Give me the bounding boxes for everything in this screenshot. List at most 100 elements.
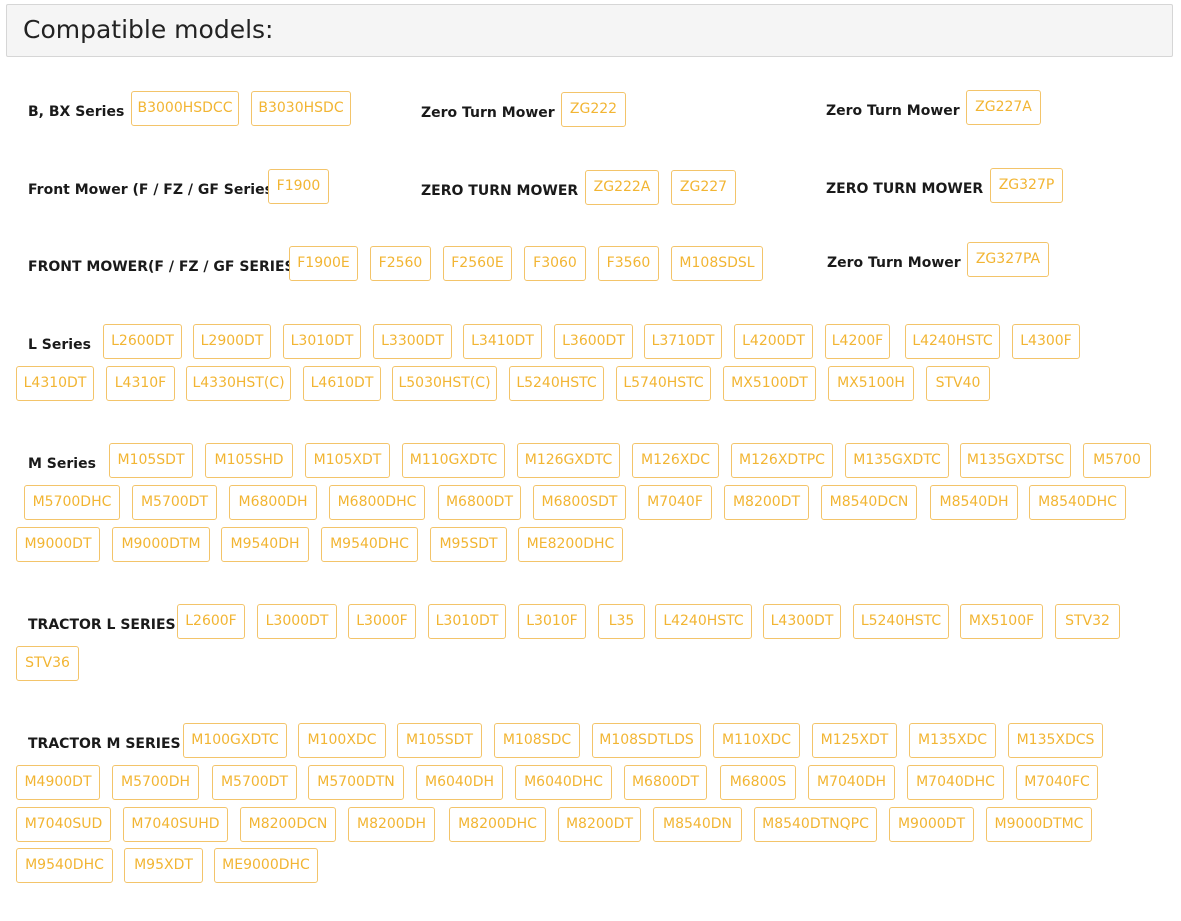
model-tag[interactable]: M6800S [720, 765, 796, 800]
model-tag[interactable]: ZG222 [561, 92, 626, 127]
model-tag[interactable]: M9000DT [889, 807, 974, 842]
model-tag[interactable]: ZG327PA [967, 242, 1049, 277]
model-tag[interactable]: L2600DT [103, 324, 182, 359]
model-tag[interactable]: L5240HSTC [853, 604, 949, 639]
model-tag[interactable]: M9000DTMC [986, 807, 1092, 842]
model-tag[interactable]: M126XDTPC [731, 443, 833, 478]
model-tag[interactable]: ZG227 [671, 170, 736, 205]
model-tag[interactable]: M6800DH [229, 485, 317, 520]
model-tag[interactable]: M108SDSL [671, 246, 763, 281]
model-tag[interactable]: L3010DT [283, 324, 361, 359]
model-tag[interactable]: L3000F [348, 604, 416, 639]
model-tag[interactable]: M9540DHC [16, 848, 113, 883]
model-tag[interactable]: M6800DHC [329, 485, 425, 520]
model-tag[interactable]: L4240HSTC [655, 604, 752, 639]
model-tag[interactable]: M95XDT [124, 848, 203, 883]
model-tag[interactable]: M135XDCS [1008, 723, 1103, 758]
model-tag[interactable]: L35 [598, 604, 645, 639]
model-tag[interactable]: ZG222A [585, 170, 659, 205]
model-tag[interactable]: M9000DT [16, 527, 100, 562]
model-tag[interactable]: M5700DT [212, 765, 297, 800]
model-tag[interactable]: M7040SUD [16, 807, 111, 842]
model-tag[interactable]: M6040DH [416, 765, 503, 800]
model-tag[interactable]: L5740HSTC [616, 366, 711, 401]
model-tag[interactable]: M108SDC [494, 723, 580, 758]
model-tag[interactable]: F2560 [370, 246, 431, 281]
model-tag[interactable]: M5700 [1083, 443, 1151, 478]
model-tag[interactable]: M5700DTN [308, 765, 404, 800]
model-tag[interactable]: L3000DT [257, 604, 337, 639]
model-tag[interactable]: M5700DHC [24, 485, 120, 520]
model-tag[interactable]: M7040DH [808, 765, 895, 800]
model-tag[interactable]: M126XDC [632, 443, 719, 478]
model-tag[interactable]: L4330HST(C) [186, 366, 291, 401]
model-tag[interactable]: M7040DHC [907, 765, 1004, 800]
model-tag[interactable]: M105SHD [205, 443, 293, 478]
model-tag[interactable]: STV32 [1055, 604, 1120, 639]
model-tag[interactable]: ZG327P [990, 168, 1063, 203]
model-tag[interactable]: L4200DT [734, 324, 813, 359]
model-tag[interactable]: M110GXDTC [402, 443, 505, 478]
model-tag[interactable]: MX5100DT [723, 366, 816, 401]
model-tag[interactable]: L3010F [518, 604, 586, 639]
model-tag[interactable]: M5700DT [132, 485, 217, 520]
model-tag[interactable]: B3030HSDC [251, 91, 351, 126]
model-tag[interactable]: M8540DHC [1029, 485, 1126, 520]
model-tag[interactable]: L3300DT [373, 324, 452, 359]
model-tag[interactable]: L2600F [177, 604, 245, 639]
model-tag[interactable]: M9540DHC [321, 527, 418, 562]
model-tag[interactable]: M95SDT [430, 527, 507, 562]
model-tag[interactable]: L5030HST(C) [392, 366, 497, 401]
model-tag[interactable]: M135GXDTSC [960, 443, 1071, 478]
model-tag[interactable]: L3600DT [554, 324, 633, 359]
model-tag[interactable]: M100GXDTC [183, 723, 287, 758]
model-tag[interactable]: L4300F [1012, 324, 1080, 359]
model-tag[interactable]: M6800DT [438, 485, 521, 520]
model-tag[interactable]: M6800SDT [533, 485, 626, 520]
model-tag[interactable]: M110XDC [713, 723, 800, 758]
model-tag[interactable]: M8540DTNQPC [754, 807, 877, 842]
model-tag[interactable]: F3560 [598, 246, 659, 281]
model-tag[interactable]: M4900DT [16, 765, 100, 800]
model-tag[interactable]: M108SDTLDS [592, 723, 701, 758]
model-tag[interactable]: M8200DT [558, 807, 641, 842]
model-tag[interactable]: M8540DCN [821, 485, 917, 520]
model-tag[interactable]: L2900DT [193, 324, 271, 359]
model-tag[interactable]: MX5100H [828, 366, 914, 401]
model-tag[interactable]: M8200DT [724, 485, 809, 520]
model-tag[interactable]: STV36 [16, 646, 79, 681]
model-tag[interactable]: MX5100F [960, 604, 1043, 639]
model-tag[interactable]: B3000HSDCC [131, 91, 239, 126]
model-tag[interactable]: F3060 [524, 246, 586, 281]
model-tag[interactable]: M9540DH [221, 527, 309, 562]
model-tag[interactable]: M8200DHC [449, 807, 546, 842]
model-tag[interactable]: F2560E [443, 246, 512, 281]
model-tag[interactable]: M126GXDTC [517, 443, 620, 478]
model-tag[interactable]: M105SDT [397, 723, 482, 758]
model-tag[interactable]: M7040SUHD [123, 807, 228, 842]
model-tag[interactable]: M100XDC [298, 723, 386, 758]
model-tag[interactable]: M8540DH [930, 485, 1018, 520]
model-tag[interactable]: L3010DT [428, 604, 506, 639]
model-tag[interactable]: M7040FC [1016, 765, 1098, 800]
model-tag[interactable]: L4310DT [16, 366, 94, 401]
model-tag[interactable]: M5700DH [112, 765, 199, 800]
model-tag[interactable]: M105XDT [305, 443, 390, 478]
model-tag[interactable]: L4610DT [303, 366, 381, 401]
model-tag[interactable]: M135GXDTC [845, 443, 949, 478]
model-tag[interactable]: L4300DT [763, 604, 841, 639]
model-tag[interactable]: ME9000DHC [214, 848, 318, 883]
model-tag[interactable]: L4240HSTC [905, 324, 1000, 359]
model-tag[interactable]: M8200DCN [240, 807, 336, 842]
model-tag[interactable]: M125XDT [812, 723, 897, 758]
model-tag[interactable]: F1900 [268, 169, 329, 204]
model-tag[interactable]: M8200DH [348, 807, 435, 842]
model-tag[interactable]: L4200F [825, 324, 890, 359]
model-tag[interactable]: L3710DT [644, 324, 722, 359]
model-tag[interactable]: M8540DN [653, 807, 742, 842]
model-tag[interactable]: L5240HSTC [509, 366, 604, 401]
model-tag[interactable]: M7040F [638, 485, 712, 520]
model-tag[interactable]: M105SDT [109, 443, 193, 478]
model-tag[interactable]: ME8200DHC [518, 527, 623, 562]
model-tag[interactable]: L4310F [106, 366, 175, 401]
